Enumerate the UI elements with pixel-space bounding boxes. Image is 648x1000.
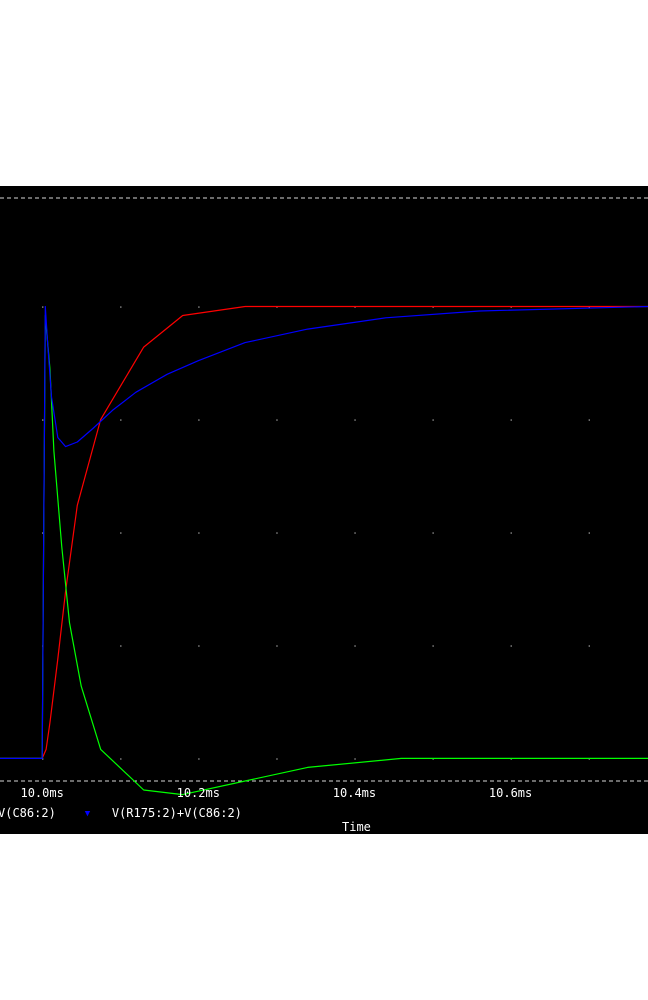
x-tick-label-4: 10.6ms xyxy=(489,786,532,800)
grid-dot xyxy=(120,645,122,647)
grid-dot xyxy=(432,532,434,534)
x-tick-label-3: 10.4ms xyxy=(333,786,376,800)
legend-label-v-r175-plus-v-c86: V(R175:2)+V(C86:2) xyxy=(111,806,242,820)
grid-dot xyxy=(588,532,590,534)
grid-dot xyxy=(120,306,122,308)
grid-dot xyxy=(354,532,356,534)
series-line-1 xyxy=(0,305,648,760)
series-line-2 xyxy=(0,314,648,796)
grid-dot xyxy=(588,645,590,647)
grid-dot xyxy=(588,419,590,421)
grid-dot xyxy=(276,419,278,421)
grid-dot xyxy=(276,645,278,647)
grid-dot xyxy=(198,419,200,421)
grid-dot xyxy=(432,419,434,421)
grid-dot xyxy=(354,419,356,421)
grid-dot xyxy=(198,645,200,647)
grid-dot xyxy=(432,645,434,647)
grid-dot xyxy=(510,532,512,534)
x-tick-label-1: 10.0ms xyxy=(20,786,63,800)
grid-dot xyxy=(198,532,200,534)
grid-dot xyxy=(42,306,44,308)
grid-dot xyxy=(510,645,512,647)
legend-label-v-c86: V(C86:2) xyxy=(0,806,56,820)
grid-dot xyxy=(42,419,44,421)
grid-dot xyxy=(276,532,278,534)
grid-dot xyxy=(120,532,122,534)
legend-marker-triangle-icon: ▼ xyxy=(84,809,91,819)
grid-dot xyxy=(120,758,122,760)
x-axis-label: Time xyxy=(342,820,371,834)
plot-panel: 10.0ms 10.2ms 10.4ms 10.6ms V(C86:2) ▼ V(R1… xyxy=(0,186,648,834)
x-tick-label-2: 10.2ms xyxy=(177,786,220,800)
legend: V(C86:2) ▼ V(R175:2)+V(C86:2) xyxy=(0,805,242,821)
grid-dot xyxy=(276,758,278,760)
grid-dot xyxy=(198,306,200,308)
grid-dot xyxy=(510,419,512,421)
plot-area: 10.0ms 10.2ms 10.4ms 10.6ms xyxy=(0,197,648,800)
series-line-3 xyxy=(0,305,648,760)
grid-dot xyxy=(198,758,200,760)
grid-dot xyxy=(120,419,122,421)
grid-dot xyxy=(354,758,356,760)
grid-dot xyxy=(354,645,356,647)
